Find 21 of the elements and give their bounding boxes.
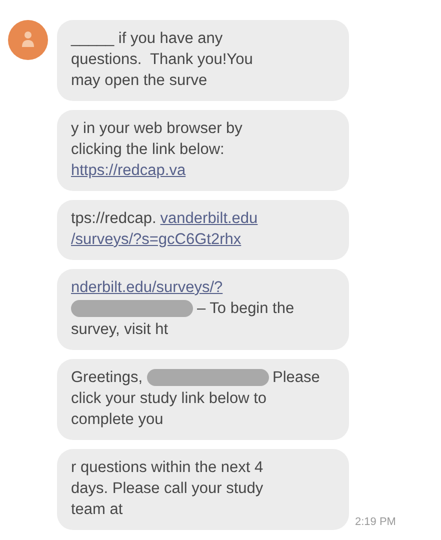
message-text: complete you [71, 410, 164, 430]
link[interactable]: nderbilt.edu/surveys/? [71, 277, 223, 298]
timestamp: 2:19 PM [355, 516, 396, 528]
message-text: Please [272, 368, 320, 388]
message-text: days. Please call your study [71, 479, 264, 499]
message-text: y in your web browser by [71, 119, 242, 139]
message-text: questions. Thank you!You [71, 50, 253, 70]
message-text: clicking the link below: [71, 140, 224, 160]
message-text: Greetings, [71, 368, 143, 388]
message-text: may open the surve [71, 71, 208, 91]
message-text: – To begin the [197, 299, 294, 319]
message-text: click your study link below to [71, 389, 267, 409]
contact-avatar-icon [8, 20, 48, 60]
message-text: r questions within the next 4 [71, 458, 264, 478]
message-text: _____ if you have any [71, 29, 223, 49]
message-text: survey, visit ht [71, 320, 168, 340]
link[interactable]: vanderbilt.edu [160, 208, 258, 229]
link[interactable]: /surveys/?s=gcC6Gt2rhx [71, 229, 242, 250]
message-text: tps://redcap. [71, 209, 156, 229]
link[interactable]: https://redcap.va [71, 160, 186, 181]
message-text: team at [71, 500, 123, 520]
